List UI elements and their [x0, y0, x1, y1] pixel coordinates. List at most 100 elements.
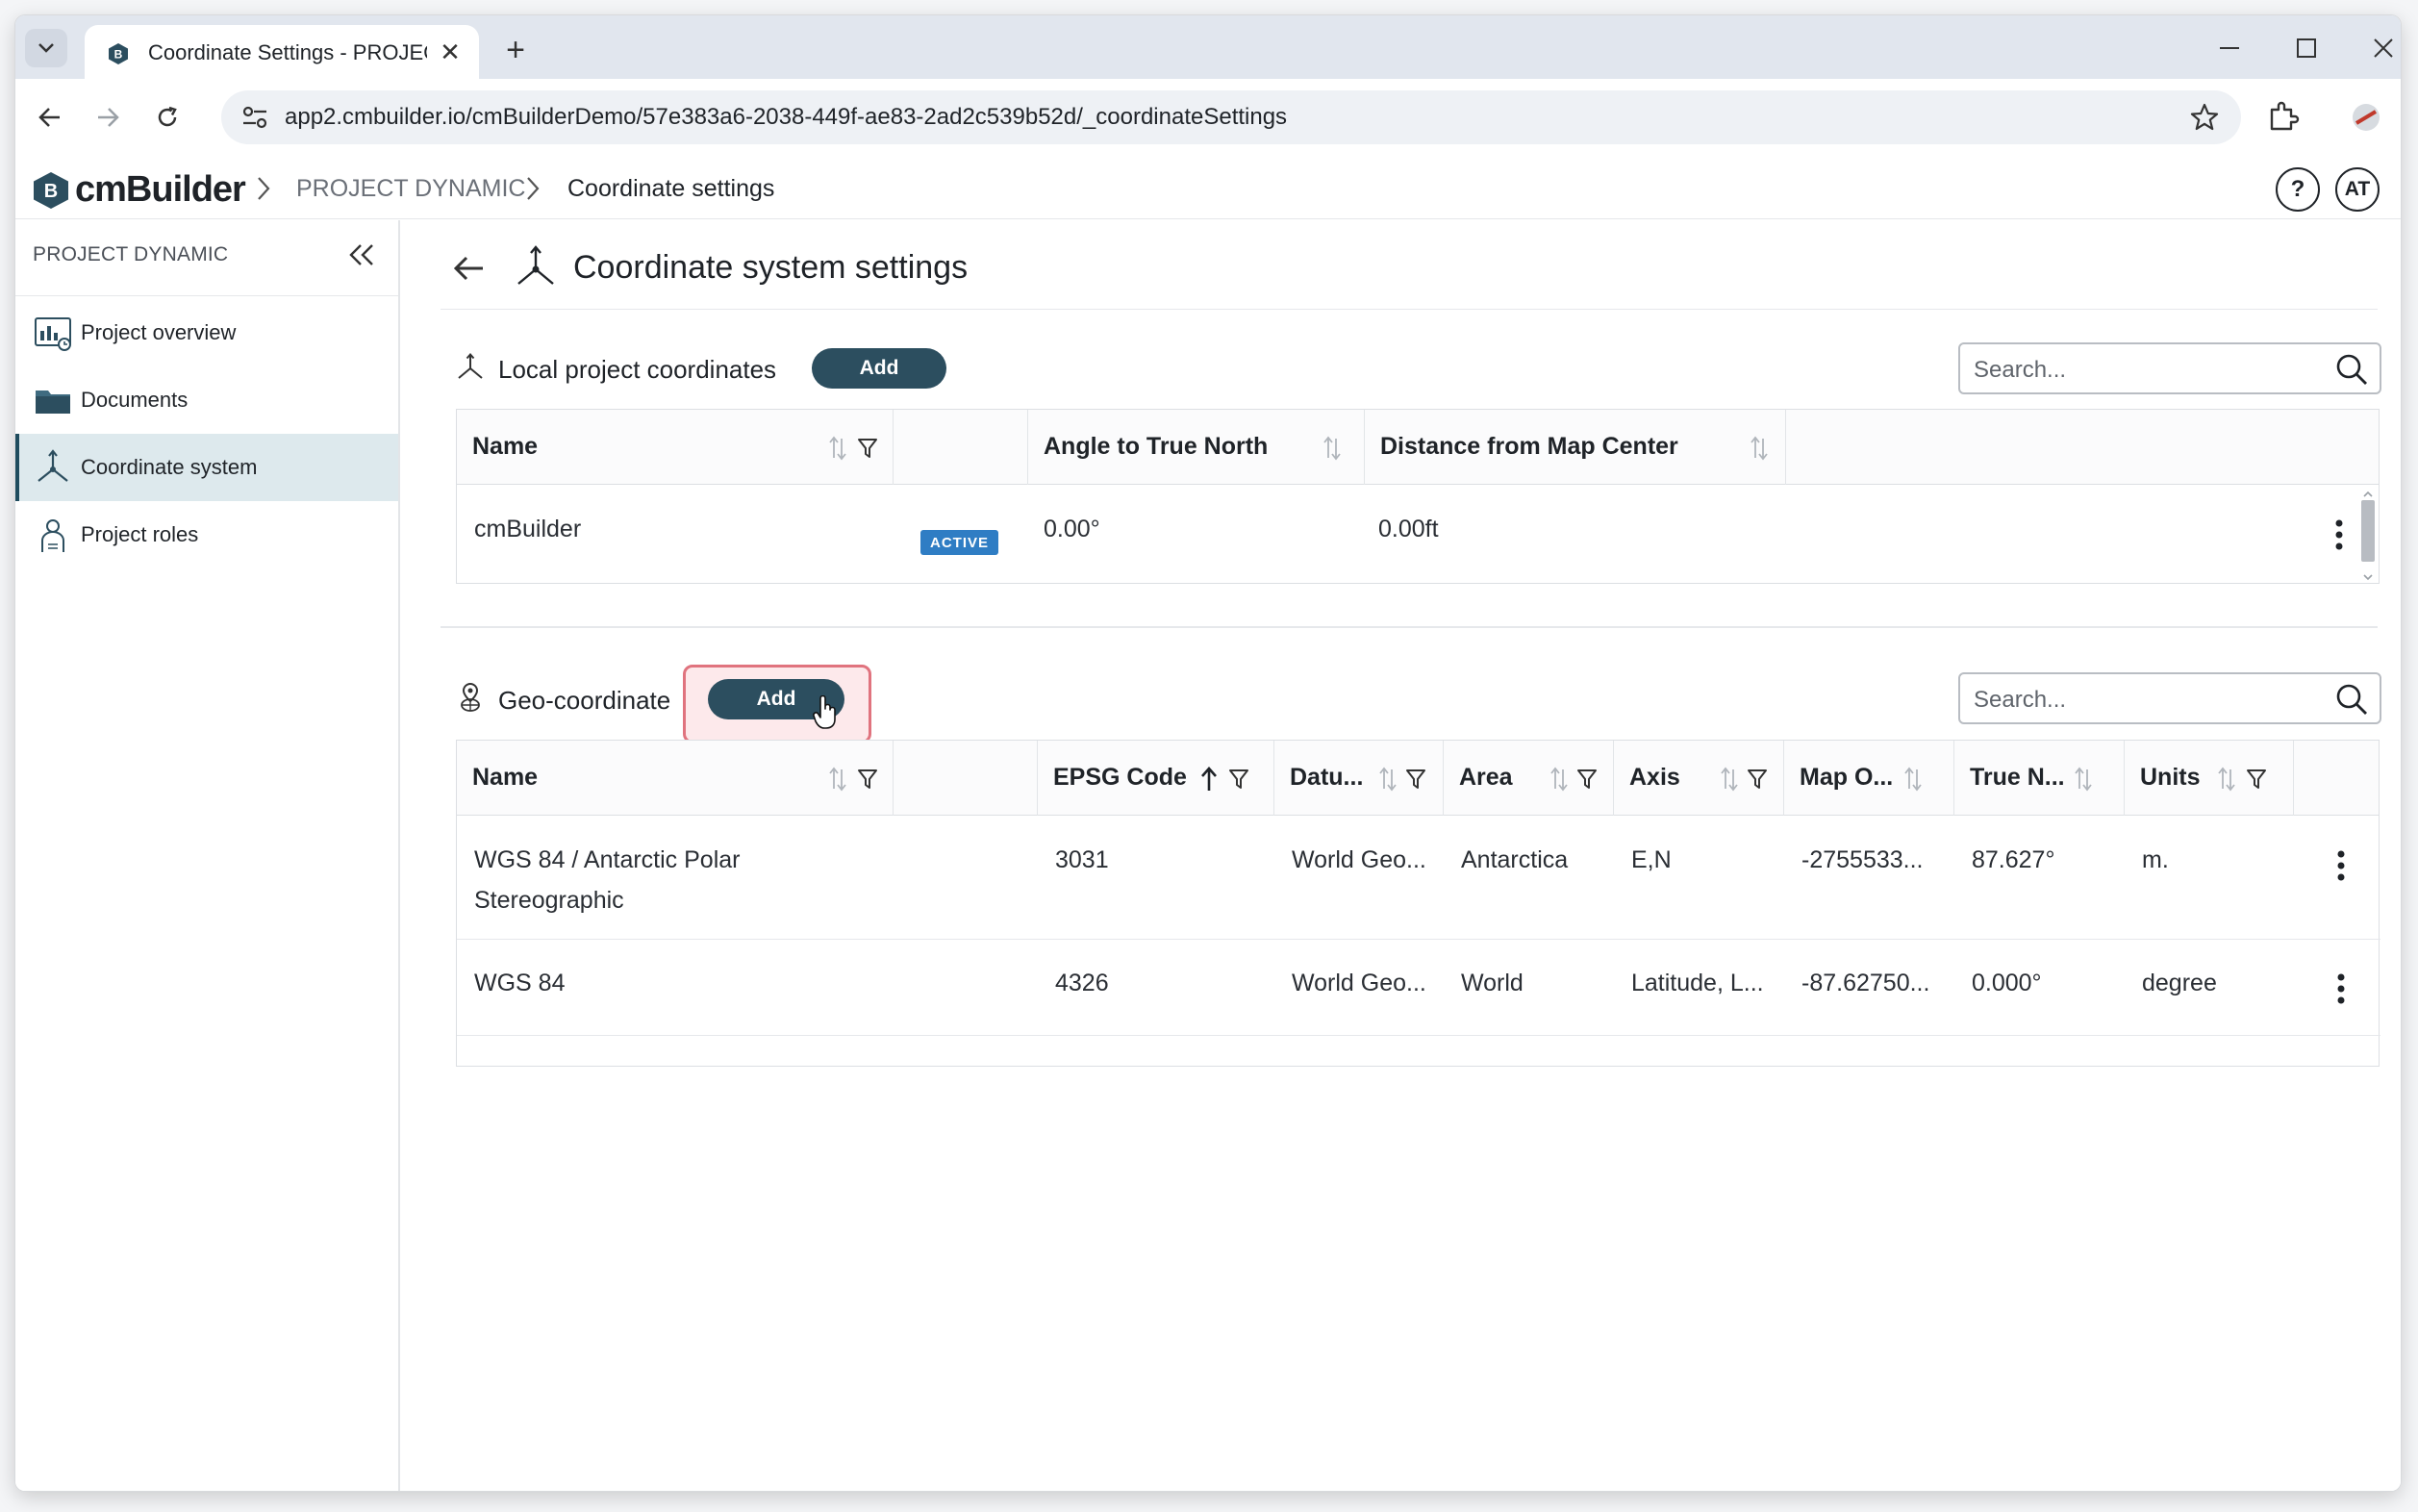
- sidebar-divider: [15, 295, 398, 296]
- filter-icon[interactable]: [1747, 768, 1768, 791]
- chevron-right-icon: [258, 177, 270, 200]
- column-header-angle[interactable]: Angle to True North: [1028, 410, 1365, 485]
- profile-avatar-icon[interactable]: [2349, 100, 2383, 135]
- maximize-icon: [2297, 38, 2316, 58]
- more-options-icon[interactable]: [2332, 517, 2346, 552]
- people-icon: [41, 519, 64, 552]
- sidebar-item-project-roles[interactable]: Project roles: [15, 501, 398, 568]
- filter-icon[interactable]: [1576, 768, 1598, 791]
- filter-icon[interactable]: [2246, 768, 2267, 791]
- sort-icon[interactable]: [1903, 766, 1923, 793]
- page-title: Coordinate system settings: [573, 249, 969, 286]
- sidebar-item-documents[interactable]: Documents: [15, 366, 398, 434]
- breadcrumb-project[interactable]: PROJECT DYNAMIC: [296, 175, 525, 203]
- sort-icon[interactable]: [1750, 435, 1769, 462]
- column-header-status: [894, 410, 1028, 485]
- brand-name: cmBuilder: [75, 169, 246, 210]
- cmbuilder-logo-icon: B: [34, 171, 68, 209]
- minimize-button[interactable]: [2201, 29, 2258, 67]
- browser-tab[interactable]: B Coordinate Settings - PROJECT ✕: [85, 25, 479, 79]
- search-icon[interactable]: [2335, 353, 2368, 386]
- sidebar-item-project-overview[interactable]: Project overview: [15, 299, 398, 366]
- filter-icon[interactable]: [857, 768, 878, 791]
- filter-icon[interactable]: [857, 437, 878, 460]
- new-tab-button[interactable]: +: [496, 31, 535, 69]
- tab-search-button[interactable]: [25, 29, 67, 67]
- back-arrow-icon[interactable]: [450, 249, 489, 288]
- extensions-puzzle-icon[interactable]: [2266, 100, 2301, 135]
- cell-name-continued: Stereographic: [474, 887, 624, 914]
- site-settings-icon: [242, 106, 267, 129]
- column-header-epsg[interactable]: EPSG Code: [1038, 741, 1274, 816]
- column-header-map-origin[interactable]: Map O...: [1784, 741, 1954, 816]
- sort-icon[interactable]: [1378, 766, 1398, 793]
- filter-icon[interactable]: [1228, 768, 1249, 791]
- column-header-distance[interactable]: Distance from Map Center: [1365, 410, 1786, 485]
- address-bar[interactable]: app2.cmbuilder.io/cmBuilderDemo/57e383a6…: [221, 90, 2241, 144]
- tab-close-icon[interactable]: ✕: [435, 37, 466, 67]
- cell-angle: 0.00°: [1044, 516, 1100, 542]
- column-header-axis[interactable]: Axis: [1614, 741, 1784, 816]
- geo-coordinate-label: Geo-coordinate: [498, 686, 671, 715]
- sort-icon[interactable]: [1549, 766, 1569, 793]
- minimize-icon: [2220, 47, 2239, 49]
- browser-window: B Coordinate Settings - PROJECT ✕ + app2…: [15, 15, 2401, 1491]
- globe-pin-icon: [461, 682, 480, 712]
- axes-icon: [517, 245, 554, 285]
- help-button[interactable]: ?: [2276, 167, 2320, 212]
- sort-icon[interactable]: [2074, 766, 2093, 793]
- axes-icon: [458, 352, 483, 379]
- svg-text:B: B: [44, 181, 58, 202]
- column-header-units[interactable]: Units: [2125, 741, 2294, 816]
- bookmark-star-icon[interactable]: [2189, 102, 2220, 133]
- tab-title: Coordinate Settings - PROJECT: [148, 40, 427, 64]
- sort-icon[interactable]: [2217, 766, 2236, 793]
- sort-icon[interactable]: [1322, 435, 1342, 462]
- local-search-input[interactable]: Search...: [1958, 342, 2381, 394]
- back-button[interactable]: [29, 96, 71, 139]
- add-local-coordinate-button[interactable]: Add: [812, 348, 946, 389]
- arrow-right-icon: [98, 108, 119, 127]
- sidebar-item-label: Documents: [81, 388, 189, 412]
- more-options-icon[interactable]: [2334, 848, 2348, 883]
- column-header-name[interactable]: Name: [457, 741, 894, 816]
- column-header-true-north[interactable]: True N...: [1954, 741, 2125, 816]
- sort-icon[interactable]: [828, 435, 847, 462]
- window-close-button[interactable]: [2355, 29, 2401, 67]
- row-divider: [457, 939, 2380, 940]
- tab-strip: B Coordinate Settings - PROJECT ✕ +: [15, 15, 2401, 79]
- search-placeholder: Search...: [1974, 687, 2067, 713]
- cmbuilder-logo[interactable]: B cmBuilder: [33, 169, 246, 211]
- local-coordinates-label: Local project coordinates: [498, 355, 777, 384]
- column-header-area[interactable]: Area: [1444, 741, 1614, 816]
- user-avatar[interactable]: AT: [2335, 167, 2380, 212]
- forward-button[interactable]: [87, 96, 129, 139]
- sort-ascending-icon[interactable]: [1199, 766, 1219, 793]
- sort-icon[interactable]: [828, 766, 847, 793]
- cell-map-origin: -2755533...: [1801, 846, 1924, 873]
- cmbuilder-favicon-icon: B: [109, 43, 128, 64]
- table-header: Name Angle to True North Distance from M…: [457, 410, 2379, 485]
- table-scrollbar[interactable]: [2359, 491, 2377, 583]
- sidebar-collapse-button[interactable]: [342, 236, 381, 274]
- search-icon[interactable]: [2335, 683, 2368, 716]
- filter-icon[interactable]: [1405, 768, 1426, 791]
- hand-cursor-icon: [813, 695, 836, 729]
- cell-units: degree: [2142, 970, 2217, 996]
- maximize-button[interactable]: [2278, 29, 2335, 67]
- column-header-name[interactable]: Name: [457, 410, 894, 485]
- sidebar-item-coordinate-system[interactable]: Coordinate system: [15, 434, 398, 501]
- column-header-datum[interactable]: Datu...: [1274, 741, 1444, 816]
- sidebar-item-label: Project roles: [81, 522, 199, 546]
- cell-datum: World Geo...: [1292, 846, 1426, 873]
- cell-distance: 0.00ft: [1378, 516, 1439, 542]
- sort-icon[interactable]: [1720, 766, 1739, 793]
- cell-area: World: [1461, 970, 1524, 996]
- status-badge: ACTIVE: [920, 530, 999, 555]
- geo-search-input[interactable]: Search...: [1958, 672, 2381, 724]
- main-content: Coordinate system settings Local project…: [402, 220, 2401, 1491]
- more-options-icon[interactable]: [2334, 971, 2348, 1006]
- cell-map-origin: -87.62750...: [1801, 970, 1930, 996]
- reload-button[interactable]: [146, 96, 189, 139]
- cell-name: cmBuilder: [474, 516, 582, 542]
